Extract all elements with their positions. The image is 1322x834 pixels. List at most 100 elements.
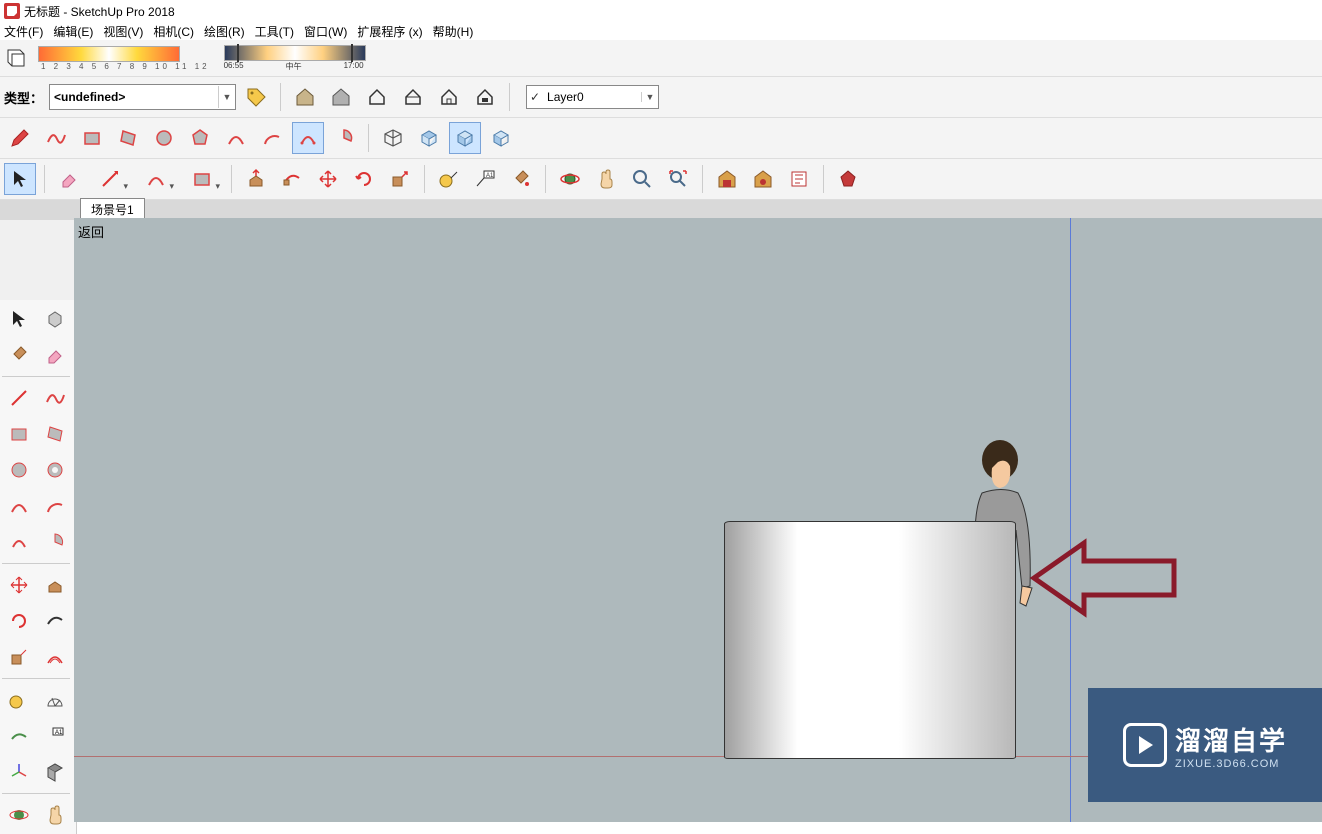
house-button-2[interactable] bbox=[397, 81, 429, 113]
pushpull-tool[interactable] bbox=[240, 163, 272, 195]
lt-tape[interactable] bbox=[2, 683, 36, 717]
svg-text:A1: A1 bbox=[55, 730, 63, 736]
lt-scale[interactable] bbox=[2, 640, 36, 674]
paint-bucket-tool[interactable] bbox=[505, 163, 537, 195]
chevron-down-icon[interactable]: ▼ bbox=[218, 86, 235, 108]
menu-view[interactable]: 视图(V) bbox=[103, 23, 143, 40]
lt-eraser[interactable] bbox=[38, 338, 72, 372]
lt-paint[interactable] bbox=[2, 338, 36, 372]
tape-measure-tool[interactable] bbox=[433, 163, 465, 195]
lt-offset[interactable] bbox=[38, 640, 72, 674]
left-toolbar: A1 bbox=[0, 300, 77, 834]
lt-followme[interactable] bbox=[38, 604, 72, 638]
lt-pushpull[interactable] bbox=[38, 568, 72, 602]
lt-rect[interactable] bbox=[2, 417, 36, 451]
house-button-4[interactable] bbox=[469, 81, 501, 113]
separator bbox=[280, 83, 281, 111]
scale-tool[interactable] bbox=[384, 163, 416, 195]
menu-draw[interactable]: 绘图(R) bbox=[204, 23, 245, 40]
shape-tool-dropdown[interactable] bbox=[181, 163, 223, 195]
zoom-tool[interactable] bbox=[626, 163, 658, 195]
layer-combo[interactable]: ✓ Layer0 ▼ bbox=[526, 85, 659, 109]
lt-arc3[interactable] bbox=[2, 525, 36, 559]
pie-tool[interactable] bbox=[328, 122, 360, 154]
3d-warehouse-button[interactable] bbox=[711, 163, 743, 195]
menu-help[interactable]: 帮助(H) bbox=[433, 23, 474, 40]
zoom-extents-tool[interactable] bbox=[662, 163, 694, 195]
warehouse-button-2[interactable] bbox=[325, 81, 357, 113]
lt-arc1[interactable] bbox=[2, 489, 36, 523]
time-slider[interactable]: 06:55 中午 17:00 bbox=[214, 45, 366, 72]
arc-tool-3[interactable] bbox=[292, 122, 324, 154]
window-title: 无标题 - SketchUp Pro 2018 bbox=[24, 3, 175, 20]
menu-file[interactable]: 文件(F) bbox=[4, 23, 43, 40]
extension-warehouse-button[interactable] bbox=[747, 163, 779, 195]
send-to-layout-button[interactable] bbox=[783, 163, 815, 195]
lt-rrect[interactable] bbox=[38, 417, 72, 451]
lt-protractor[interactable] bbox=[38, 683, 72, 717]
rotate-tool[interactable] bbox=[348, 163, 380, 195]
move-tool[interactable] bbox=[312, 163, 344, 195]
polygon-tool[interactable] bbox=[184, 122, 216, 154]
lt-orbit[interactable] bbox=[2, 798, 36, 832]
text-tool[interactable]: A1 bbox=[469, 163, 501, 195]
lt-freehand[interactable] bbox=[38, 381, 72, 415]
lt-text[interactable]: A1 bbox=[38, 719, 72, 753]
rotated-rectangle-tool[interactable] bbox=[112, 122, 144, 154]
warehouse-button-1[interactable] bbox=[289, 81, 321, 113]
back-view-button[interactable] bbox=[485, 122, 517, 154]
scene-tab-1[interactable]: 场景号1 bbox=[80, 198, 145, 220]
lt-component[interactable] bbox=[38, 302, 72, 336]
arc-tool-1[interactable] bbox=[220, 122, 252, 154]
rectangle-tool[interactable] bbox=[76, 122, 108, 154]
freehand-tool[interactable] bbox=[40, 122, 72, 154]
menu-edit[interactable]: 编辑(E) bbox=[53, 23, 93, 40]
app-window: 无标题 - SketchUp Pro 2018 文件(F) 编辑(E) 视图(V… bbox=[0, 0, 1322, 822]
lt-circle[interactable] bbox=[2, 453, 36, 487]
layer-visible-check[interactable]: ✓ bbox=[527, 90, 543, 104]
lt-axes[interactable] bbox=[2, 755, 36, 789]
menu-tools[interactable]: 工具(T) bbox=[255, 23, 294, 40]
viewport[interactable]: 返回 溜溜自学 ZIXUE.3D66.COM bbox=[74, 218, 1322, 822]
ruby-console-button[interactable] bbox=[832, 163, 864, 195]
pan-tool[interactable] bbox=[590, 163, 622, 195]
play-icon bbox=[1123, 723, 1167, 767]
lt-dimension[interactable] bbox=[2, 719, 36, 753]
lt-line[interactable] bbox=[2, 381, 36, 415]
lt-select[interactable] bbox=[2, 302, 36, 336]
lt-move[interactable] bbox=[2, 568, 36, 602]
lt-rotate[interactable] bbox=[2, 604, 36, 638]
iso-view-button[interactable] bbox=[377, 122, 409, 154]
menu-camera[interactable]: 相机(C) bbox=[153, 23, 194, 40]
blue-axis-line bbox=[1070, 218, 1071, 822]
menu-extensions[interactable]: 扩展程序 (x) bbox=[357, 23, 422, 40]
eraser-tool[interactable] bbox=[53, 163, 85, 195]
top-view-button[interactable] bbox=[413, 122, 445, 154]
line-tool-dropdown[interactable] bbox=[89, 163, 131, 195]
tag-button[interactable] bbox=[240, 81, 272, 113]
lt-arc2[interactable] bbox=[38, 489, 72, 523]
type-combo-input[interactable] bbox=[50, 86, 218, 108]
arc-tool-dropdown[interactable] bbox=[135, 163, 177, 195]
orbit-tool[interactable] bbox=[554, 163, 586, 195]
lt-pie[interactable] bbox=[38, 525, 72, 559]
arc-tool-2[interactable] bbox=[256, 122, 288, 154]
pencil-tool[interactable] bbox=[4, 122, 36, 154]
svg-text:A1: A1 bbox=[486, 173, 494, 179]
select-tool[interactable] bbox=[4, 163, 36, 195]
menu-window[interactable]: 窗口(W) bbox=[304, 23, 347, 40]
lt-pan[interactable] bbox=[38, 798, 72, 832]
type-combo[interactable]: ▼ bbox=[49, 84, 236, 110]
chevron-down-icon[interactable]: ▼ bbox=[641, 92, 658, 102]
shadow-toggle-icon[interactable] bbox=[4, 46, 28, 70]
lt-poly[interactable] bbox=[38, 453, 72, 487]
annotation-arrow-icon bbox=[1029, 533, 1179, 623]
front-view-button[interactable] bbox=[449, 122, 481, 154]
lt-section[interactable] bbox=[38, 755, 72, 789]
month-slider[interactable]: 1 2 3 4 5 6 7 8 9 10 11 12 bbox=[38, 46, 210, 71]
house-button-3[interactable] bbox=[433, 81, 465, 113]
followme-tool[interactable] bbox=[276, 163, 308, 195]
circle-tool[interactable] bbox=[148, 122, 180, 154]
type-label: 类型： bbox=[4, 88, 43, 107]
house-button-1[interactable] bbox=[361, 81, 393, 113]
